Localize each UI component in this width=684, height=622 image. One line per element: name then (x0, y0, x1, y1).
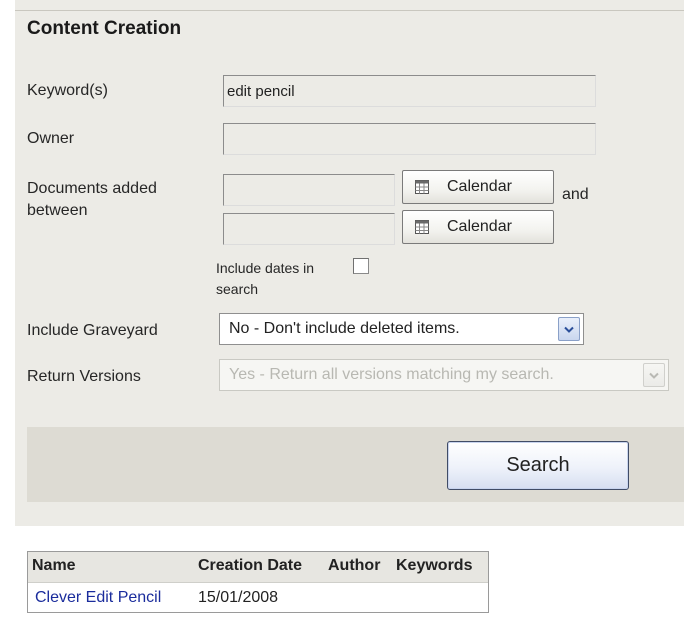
documents-added-label-line2: between (27, 202, 88, 219)
owner-input[interactable] (223, 123, 596, 155)
keywords-input[interactable] (223, 75, 596, 107)
calendar-from-button-label: Calendar (447, 178, 512, 195)
documents-added-label: Documents added between (27, 178, 157, 222)
chevron-down-icon (643, 363, 665, 387)
return-versions-selected: Yes - Return all versions matching my se… (229, 366, 554, 383)
include-graveyard-selected: No - Don't include deleted items. (229, 320, 460, 337)
return-versions-select[interactable]: Yes - Return all versions matching my se… (219, 359, 669, 391)
calendar-from-button[interactable]: Calendar (402, 170, 554, 204)
calendar-icon (415, 180, 429, 194)
return-versions-label: Return Versions (27, 368, 141, 385)
include-dates-label-line2: search (216, 281, 259, 297)
search-button[interactable]: Search (447, 441, 629, 490)
keywords-label: Keyword(s) (27, 82, 108, 99)
calendar-to-button[interactable]: Calendar (402, 210, 554, 244)
column-header-name: Name (32, 557, 76, 574)
documents-added-label-line1: Documents added (27, 180, 157, 197)
result-creation-date: 15/01/2008 (198, 589, 279, 606)
date-from-input[interactable] (223, 174, 395, 206)
results-header-row: Name Creation Date Author Keywords (28, 552, 488, 583)
include-dates-label-line1: Include dates in (216, 260, 315, 276)
column-header-author: Author (328, 557, 381, 574)
and-text: and (562, 186, 589, 203)
calendar-to-button-label: Calendar (447, 218, 512, 235)
calendar-icon (415, 220, 429, 234)
top-divider (15, 10, 684, 11)
column-header-creation-date: Creation Date (198, 557, 303, 574)
column-header-keywords: Keywords (396, 557, 473, 574)
chevron-down-icon[interactable] (558, 317, 580, 341)
include-graveyard-label: Include Graveyard (27, 322, 158, 339)
results-table: Name Creation Date Author Keywords Cleve… (27, 551, 489, 613)
date-to-input[interactable] (223, 213, 395, 245)
section-title: Content Creation (27, 18, 182, 39)
owner-label: Owner (27, 130, 75, 147)
result-name-link[interactable]: Clever Edit Pencil (35, 589, 161, 607)
include-dates-label: Include dates in search (216, 258, 314, 300)
include-dates-checkbox[interactable] (353, 258, 369, 274)
include-graveyard-select[interactable]: No - Don't include deleted items. (219, 313, 584, 345)
